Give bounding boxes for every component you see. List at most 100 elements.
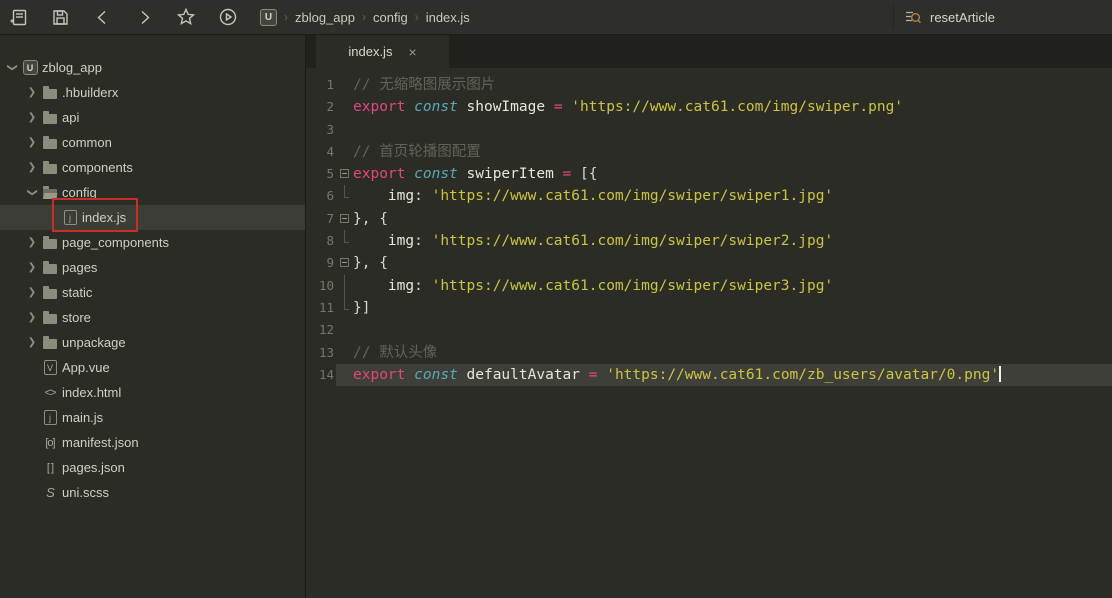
tree-item--hbuilderx[interactable]: ❯ .hbuilderx (0, 80, 305, 105)
code-editor[interactable]: 1 // 无缩略图展示图片 2export const showImage = 'h… (306, 68, 1112, 598)
code-line-content[interactable]: img: 'https://www.cat61.com/img/swiper/s… (353, 275, 1112, 297)
line-number: 1 (306, 74, 336, 96)
code-token: : (414, 233, 431, 249)
close-icon[interactable]: × (408, 44, 416, 60)
tree-item-pages-json[interactable]: [ ]pages.json (0, 455, 305, 480)
tab-index-js[interactable]: index.js × (316, 35, 449, 68)
breadcrumb-item-config[interactable]: config (373, 10, 408, 25)
tree-item-label: main.js (62, 410, 103, 425)
line-number: 4 (306, 141, 336, 163)
breadcrumb-item-index-js[interactable]: index.js (426, 10, 470, 25)
chevron-right-icon[interactable]: ❯ (24, 237, 40, 248)
tree-item-unpackage[interactable]: ❯unpackage (0, 330, 305, 355)
code-token: }, { (353, 255, 388, 271)
chevron-right-icon[interactable]: ❯ (24, 337, 40, 348)
save-icon[interactable] (50, 7, 70, 27)
chevron-right-icon[interactable]: ❯ (24, 287, 40, 298)
line-number: 3 (306, 119, 336, 141)
code-line-content[interactable]: // 无缩略图展示图片 (353, 74, 1112, 96)
tree-item-pages[interactable]: ❯ pages (0, 255, 305, 280)
line-number: 10 (306, 275, 336, 297)
tree-item-label: common (62, 135, 112, 150)
code-line-content[interactable]: }] (353, 297, 1112, 319)
tree-item-label: uni.scss (62, 485, 109, 500)
fold-guide (336, 319, 353, 341)
code-line: 6 img: 'https://www.cat61.com/img/swiper… (306, 185, 1112, 207)
vue-file-icon: V (40, 360, 60, 375)
code-line-content[interactable]: export const defaultAvatar = 'https://ww… (353, 364, 1112, 386)
chevron-right-icon[interactable]: ❯ (24, 262, 40, 273)
tree-item-page-components[interactable]: ❯page_components (0, 230, 305, 255)
fold-marker-icon[interactable] (336, 163, 353, 185)
code-token: : (414, 188, 431, 204)
tree-item-api[interactable]: ❯api (0, 105, 305, 130)
forward-icon[interactable] (134, 7, 154, 27)
fold-marker-icon[interactable] (336, 208, 353, 230)
folder-icon (40, 111, 60, 124)
code-line: 2export const showImage = 'https://www.c… (306, 96, 1112, 118)
code-line-content[interactable] (353, 119, 1112, 141)
code-token: // 无缩略图展示图片 (353, 77, 495, 93)
code-line-content[interactable]: img: 'https://www.cat61.com/img/swiper/s… (353, 230, 1112, 252)
tree-item-index-js[interactable]: jindex.js (0, 205, 305, 230)
chevron-down-icon[interactable]: ❯ (27, 185, 38, 201)
code-token: img (388, 278, 414, 294)
chevron-right-icon[interactable]: ❯ (24, 312, 40, 323)
code-line-content[interactable]: // 默认头像 (353, 342, 1112, 364)
code-line-content[interactable]: }, { (353, 208, 1112, 230)
tree-item-label: index.js (82, 210, 126, 225)
tree-item-components[interactable]: ❯components (0, 155, 305, 180)
tree-item-config[interactable]: ❯config (0, 180, 305, 205)
run-icon[interactable] (218, 7, 238, 27)
folder-icon (40, 161, 60, 174)
chevron-right-icon[interactable]: ❯ (24, 112, 40, 123)
code-line-content[interactable] (353, 319, 1112, 341)
code-token (353, 188, 388, 204)
chevron-right-icon[interactable]: ❯ (24, 137, 40, 148)
tree-item-zblog-app[interactable]: ❯Uzblog_app (0, 55, 305, 80)
new-file-icon[interactable] (8, 7, 28, 27)
tree-item-common[interactable]: ❯ common (0, 130, 305, 155)
fold-guide (336, 342, 353, 364)
code-line-content[interactable]: img: 'https://www.cat61.com/img/swiper/s… (353, 185, 1112, 207)
fold-guide (336, 364, 353, 386)
code-line-content[interactable]: // 首页轮播图配置 (353, 141, 1112, 163)
code-token: = (580, 367, 606, 383)
code-line-content[interactable]: export const showImage = 'https://www.ca… (353, 96, 1112, 118)
uniapp-logo-icon: U (260, 9, 277, 26)
search-value[interactable]: resetArticle (930, 10, 995, 25)
back-icon[interactable] (92, 7, 112, 27)
code-line: 14export const defaultAvatar = 'https://… (306, 364, 1112, 386)
chevron-right-icon[interactable]: ❯ (24, 87, 40, 98)
chevron-right-icon[interactable]: ❯ (24, 162, 40, 173)
line-number: 8 (306, 230, 336, 252)
tree-item-main-js[interactable]: jmain.js (0, 405, 305, 430)
line-number: 12 (306, 319, 336, 341)
fold-guide (336, 96, 353, 118)
code-token (458, 166, 467, 182)
code-line: 4 // 首页轮播图配置 (306, 141, 1112, 163)
toolbar-icons (0, 7, 238, 27)
code-line: 12 (306, 319, 1112, 341)
tree-item-app-vue[interactable]: VApp.vue (0, 355, 305, 380)
tree-item-manifest-json[interactable]: [o]manifest.json (0, 430, 305, 455)
tree-item-store[interactable]: ❯store (0, 305, 305, 330)
tree-item-label: .hbuilderx (62, 85, 118, 100)
tree-item-index-html[interactable]: <>index.html (0, 380, 305, 405)
tree-item-static[interactable]: ❯static (0, 280, 305, 305)
search-box[interactable]: resetArticle (893, 5, 1108, 29)
tree-item-label: pages (62, 260, 97, 275)
chevron-down-icon[interactable]: ❯ (7, 60, 18, 76)
fold-marker-icon[interactable] (336, 252, 353, 274)
filter-search-icon (904, 8, 922, 26)
breadcrumb: U ›zblog_app›config›index.js (260, 9, 470, 26)
code-line-content[interactable]: export const swiperItem = [{ (353, 163, 1112, 185)
tree-item-uni-scss[interactable]: Suni.scss (0, 480, 305, 505)
code-line: 8 img: 'https://www.cat61.com/img/swiper… (306, 230, 1112, 252)
star-icon[interactable] (176, 7, 196, 27)
fold-guide (336, 185, 353, 207)
code-line: 10 img: 'https://www.cat61.com/img/swipe… (306, 275, 1112, 297)
code-token: img (388, 233, 414, 249)
breadcrumb-item-zblog-app[interactable]: zblog_app (295, 10, 355, 25)
code-line-content[interactable]: }, { (353, 252, 1112, 274)
